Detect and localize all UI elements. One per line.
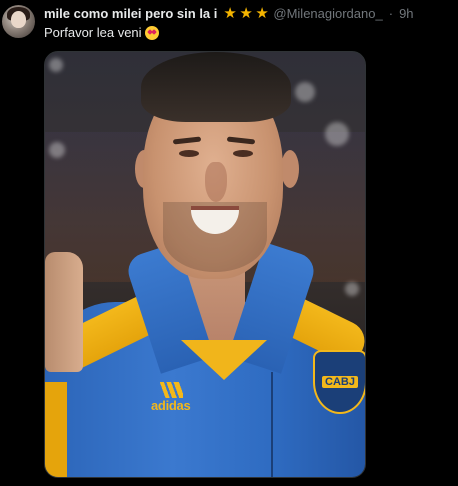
thumbs-up-hand (45, 252, 83, 372)
tweet[interactable]: mile como milei pero sin la i ★ ★ ★ @Mil… (0, 0, 458, 486)
bokeh-light (325, 122, 349, 146)
star-icon: ★ (255, 4, 269, 22)
tweet-text-content: Porfavor lea veni (44, 25, 142, 40)
brand-stripes-icon (158, 382, 183, 398)
hair (141, 52, 291, 122)
bokeh-light (345, 282, 359, 296)
separator-dot: · (388, 6, 394, 21)
sleeve-stripe (45, 382, 67, 477)
heart-eyes-emoji-icon (144, 25, 159, 40)
eye-left (179, 150, 199, 157)
club-crest: CABJ (313, 350, 365, 414)
timestamp[interactable]: 9h (399, 6, 413, 21)
zipper (271, 372, 273, 477)
star-icon: ★ (239, 4, 253, 22)
bokeh-light (49, 58, 63, 72)
nose (205, 162, 227, 202)
avatar-face (11, 11, 26, 28)
brand-logo: adidas (151, 382, 191, 413)
display-name[interactable]: mile como milei pero sin la i (44, 6, 217, 21)
tweet-header: mile como milei pero sin la i ★ ★ ★ @Mil… (44, 4, 450, 22)
user-handle[interactable]: @Milenagiordano_ (273, 6, 382, 21)
bokeh-light (49, 142, 65, 158)
eye-right (233, 150, 253, 157)
avatar[interactable] (2, 5, 35, 38)
bokeh-light (295, 82, 315, 102)
brand-logo-text: adidas (151, 398, 191, 413)
tweet-media-image[interactable]: adidas CABJ (44, 51, 366, 478)
club-crest-text: CABJ (322, 376, 358, 388)
ear-right (281, 150, 299, 188)
tweet-text: Porfavor lea veni (44, 25, 159, 40)
star-icon: ★ (223, 4, 237, 22)
name-emoji-group: ★ ★ ★ (223, 4, 269, 22)
